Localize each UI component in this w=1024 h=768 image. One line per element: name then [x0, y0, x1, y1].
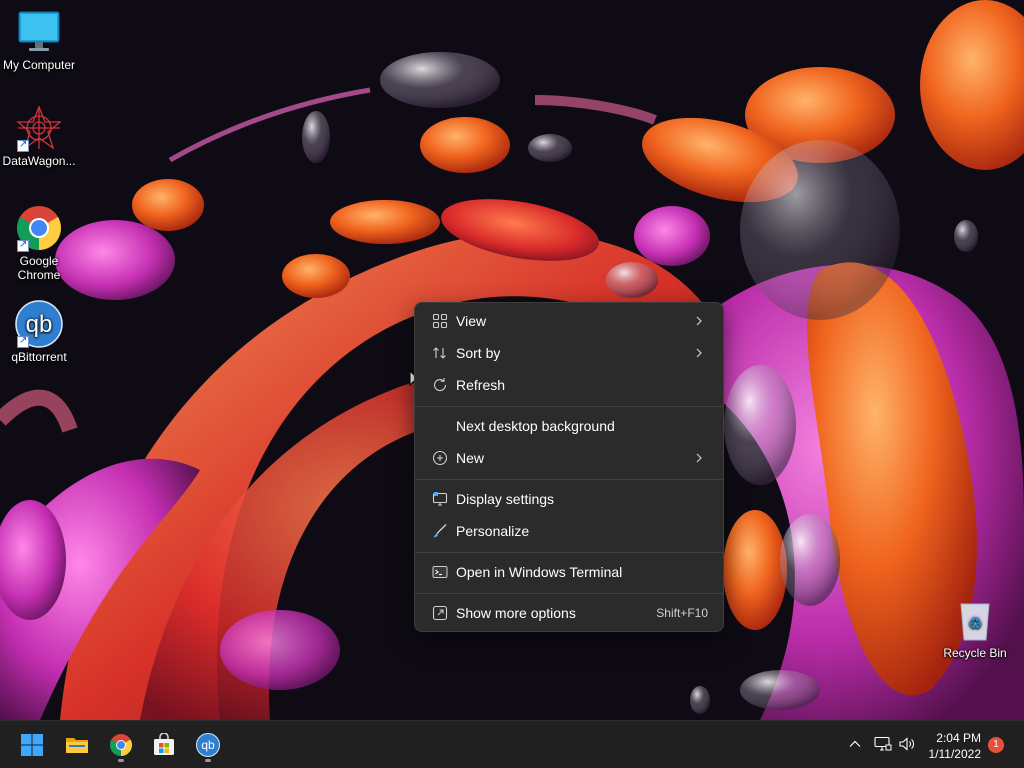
menu-item-label: Open in Windows Terminal — [456, 564, 623, 580]
grid-icon — [432, 313, 448, 329]
clock[interactable]: 2:04 PM 1/11/2022 — [929, 730, 982, 762]
file-explorer-icon — [66, 738, 88, 753]
menu-item-label: Refresh — [456, 377, 506, 393]
desktop-icon-my-computer[interactable]: My Computer — [0, 8, 78, 72]
start-icon — [21, 734, 43, 756]
sort-arrows-icon — [433, 347, 446, 359]
refresh-icon — [433, 378, 447, 392]
taskbar-file-explorer[interactable] — [59, 727, 95, 763]
menu-item-label: Next desktop background — [456, 418, 615, 434]
shortcut-arrow-icon — [17, 238, 29, 252]
desktop-icon-recycle-bin[interactable]: ♻ Recycle Bin — [936, 596, 1014, 660]
desktop-icon-label: My Computer — [2, 58, 76, 72]
chevron-right-icon — [696, 316, 702, 326]
menu-item-show-more-options[interactable]: Show more options Shift+F10 — [420, 598, 718, 628]
desktop-icon-label: Google Chrome — [17, 254, 61, 282]
store-icon — [154, 733, 174, 755]
desktop-icon-label: Recycle Bin — [943, 646, 1007, 660]
desktop-context-menu: View Sort by Refresh Next desktop backgr… — [414, 302, 724, 632]
menu-item-sort-by[interactable]: Sort by — [420, 338, 718, 368]
chevron-right-icon — [696, 348, 702, 358]
desktop-icon-label: qBittorrent — [11, 350, 67, 364]
taskbar: qb 2:04 PM 1/11/2022 1 — [0, 720, 1024, 768]
taskbar-google-chrome[interactable] — [103, 727, 139, 763]
menu-item-label: Show more options — [456, 605, 576, 621]
svg-text:qb: qb — [201, 738, 215, 752]
menu-separator — [415, 552, 723, 553]
qbittorrent-icon: qb — [196, 733, 220, 757]
qbittorrent-icon: qb — [15, 300, 63, 348]
taskbar-microsoft-store[interactable] — [146, 727, 182, 763]
menu-item-display-settings[interactable]: Display settings — [420, 484, 718, 514]
menu-item-personalize[interactable]: Personalize — [420, 516, 718, 546]
menu-separator — [415, 479, 723, 480]
show-hidden-icons-chevron-icon[interactable] — [848, 737, 862, 751]
menu-item-label: Sort by — [456, 345, 501, 361]
desktop-icon-datawagon[interactable]: DataWagon... — [0, 104, 78, 168]
menu-item-label: Personalize — [456, 523, 530, 539]
datawagon-logo-icon — [15, 104, 63, 152]
display-icon — [432, 492, 448, 506]
terminal-icon — [432, 566, 448, 578]
shortcut-arrow-icon — [17, 334, 29, 348]
menu-item-label: Display settings — [456, 491, 555, 507]
running-indicator — [118, 759, 124, 762]
menu-item-label: View — [456, 313, 487, 329]
menu-item-view[interactable]: View — [420, 306, 718, 336]
clock-date: 1/11/2022 — [928, 747, 982, 761]
svg-text:♻: ♻ — [968, 614, 982, 633]
menu-separator — [415, 593, 723, 594]
network-icon[interactable] — [874, 736, 892, 752]
brush-icon — [433, 524, 447, 538]
chrome-icon — [15, 204, 63, 252]
share-window-icon — [432, 605, 448, 621]
start-button[interactable] — [14, 727, 50, 763]
desktop-icon-qbittorrent[interactable]: qb qBittorrent — [0, 300, 78, 364]
desktop-icon-label: DataWagon... — [2, 154, 76, 168]
chevron-right-icon — [696, 453, 702, 463]
menu-item-new[interactable]: New — [420, 443, 718, 473]
shortcut-arrow-icon — [17, 138, 29, 152]
desktop-icon-google-chrome[interactable]: Google Chrome — [0, 204, 78, 282]
svg-text:qb: qb — [26, 311, 53, 338]
notification-badge[interactable]: 1 — [988, 737, 1004, 753]
menu-item-label: New — [456, 450, 485, 466]
menu-item-open-in-windows-terminal[interactable]: Open in Windows Terminal — [420, 557, 718, 587]
menu-separator — [415, 406, 723, 407]
taskbar-qbittorrent[interactable]: qb — [190, 727, 226, 763]
running-indicator — [205, 759, 211, 762]
keyboard-shortcut-label: Shift+F10 — [656, 606, 708, 620]
recycle-bin-icon: ♻ — [951, 596, 999, 644]
monitor-icon — [15, 8, 63, 56]
plus-circle-icon — [432, 450, 448, 466]
chrome-icon — [110, 734, 132, 756]
menu-item-refresh[interactable]: Refresh — [420, 370, 718, 400]
menu-item-next-desktop-background[interactable]: Next desktop background — [420, 411, 718, 441]
volume-icon[interactable] — [898, 736, 916, 752]
clock-time: 2:04 PM — [936, 731, 981, 745]
